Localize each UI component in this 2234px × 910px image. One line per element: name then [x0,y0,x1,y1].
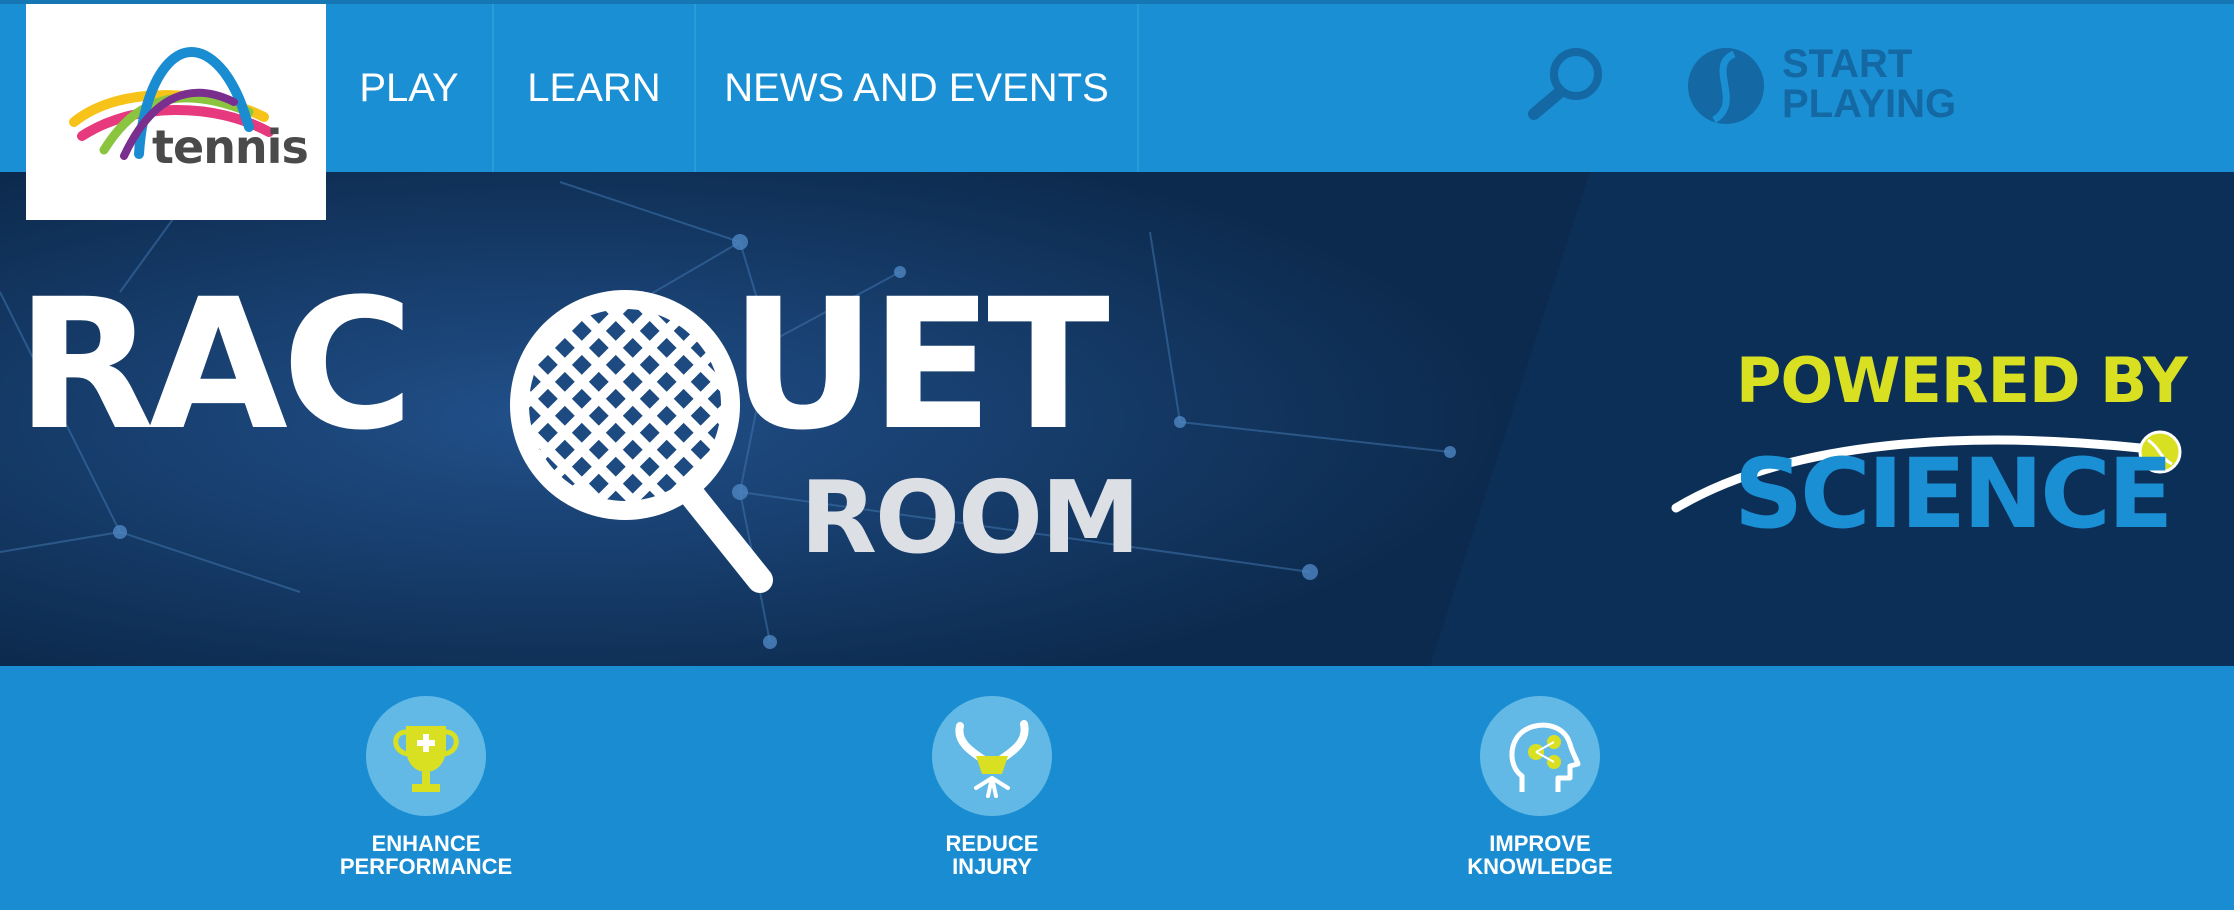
logo-wordmark: tennis [152,120,309,174]
feature-label: REDUCE INJURY [945,831,1039,879]
hero-subtitle: ROOM [800,459,1141,576]
feature-strip: ENHANCE PERFORMANCE REDUCE INJURY IMPROV… [0,666,2234,910]
tennis-ball-icon [1688,48,1764,124]
search-icon[interactable] [1524,44,1608,129]
feature-label: IMPROVE KNOWLEDGE [1467,831,1613,879]
hero-title-rac: RAC [16,261,414,470]
tennis-logo[interactable]: tennis [26,4,326,220]
start-playing-label: START PLAYING [1782,42,1957,126]
main-menu: PLAY LEARN NEWS AND EVENTS [326,4,1139,172]
hero-banner: RAC UET ROOM POWERED BY SCIENCE [0,172,2234,666]
nav-item-learn[interactable]: LEARN [494,4,696,172]
feature-reduce-injury[interactable]: REDUCE INJURY [872,696,1112,878]
trophy-icon [366,696,486,816]
feature-enhance-performance[interactable]: ENHANCE PERFORMANCE [306,696,546,878]
nav-item-play[interactable]: PLAY [326,4,494,172]
hero-title-uet: UET [730,261,1110,470]
top-navigation: tennis PLAY LEARN NEWS AND EVENTS START … [0,0,2234,220]
feature-improve-knowledge[interactable]: IMPROVE KNOWLEDGE [1420,696,1660,878]
head-brain-icon [1480,696,1600,816]
bandaged-arm-icon [932,696,1052,816]
start-playing-button[interactable]: START PLAYING [1686,42,1986,132]
feature-label: ENHANCE PERFORMANCE [339,831,513,879]
science-label: SCIENCE [1734,438,2173,550]
nav-item-news-and-events[interactable]: NEWS AND EVENTS [696,4,1139,172]
